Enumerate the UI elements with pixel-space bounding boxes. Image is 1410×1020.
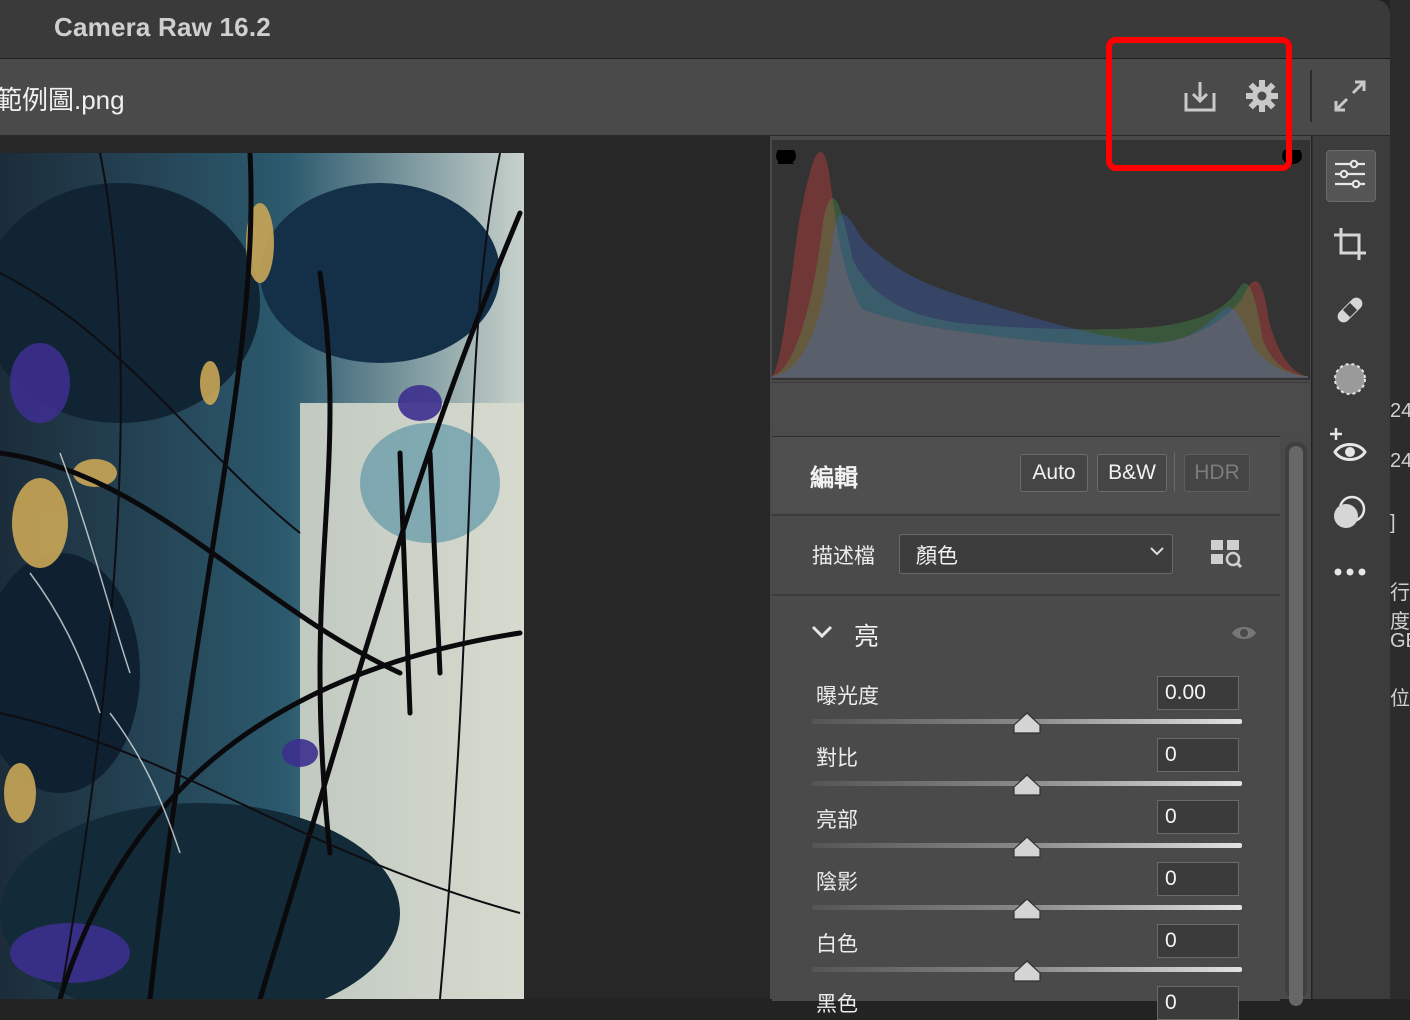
bw-button[interactable]: B&W (1097, 454, 1167, 492)
shadows-value-field[interactable]: 0 (1157, 862, 1239, 896)
hdr-button[interactable]: HDR (1184, 454, 1250, 492)
file-name: 範例圖.png (0, 85, 125, 115)
masking-icon[interactable] (1331, 360, 1369, 403)
light-section-title: 亮 (854, 623, 880, 651)
fullscreen-icon[interactable] (1328, 74, 1372, 118)
whites-slider-thumb[interactable] (1013, 960, 1041, 982)
toolbar-divider (1310, 70, 1312, 122)
chevron-down-icon (1148, 544, 1166, 563)
contrast-label: 對比 (816, 747, 858, 770)
presets-icon[interactable] (1331, 494, 1369, 537)
preview-image (0, 153, 524, 999)
visibility-eye-icon[interactable] (1230, 622, 1258, 649)
histogram-info-strip (772, 382, 1310, 431)
edit-divider (1174, 452, 1175, 492)
app-title: Camera Raw 16.2 (54, 12, 271, 42)
edit-sliders-icon[interactable] (1332, 156, 1368, 197)
highlights-label: 亮部 (816, 809, 858, 832)
background-window-text: ] (1390, 512, 1396, 534)
background-window-text: 位 (1390, 688, 1410, 710)
healing-bandage-icon[interactable] (1332, 292, 1368, 333)
blacks-label: 黑色 (816, 993, 858, 1016)
more-icon[interactable] (1332, 560, 1368, 589)
exposure-slider-thumb[interactable] (1013, 712, 1041, 734)
whites-value-field[interactable]: 0 (1157, 924, 1239, 958)
exposure-label: 曝光度 (816, 685, 879, 708)
contrast-value-field[interactable]: 0 (1157, 738, 1239, 772)
annotation-highlight-box (1106, 37, 1292, 171)
blacks-value-field[interactable]: 0 (1157, 986, 1239, 1020)
profile-label: 描述檔 (812, 545, 875, 568)
background-window-text: 24 (1390, 400, 1410, 422)
auto-button[interactable]: Auto (1020, 454, 1088, 492)
section-collapse-chevron-icon[interactable] (810, 622, 834, 647)
profile-browser-icon[interactable] (1208, 536, 1244, 577)
panel-scrollbar-thumb[interactable] (1289, 446, 1303, 1006)
red-eye-icon[interactable] (1329, 426, 1371, 473)
highlights-slider-thumb[interactable] (1013, 836, 1041, 858)
background-window-edge (1390, 0, 1410, 999)
exposure-value-field[interactable]: 0.00 (1157, 676, 1239, 710)
shadows-label: 陰影 (816, 871, 858, 894)
contrast-slider-thumb[interactable] (1013, 774, 1041, 796)
background-window-text: GE (1390, 630, 1410, 652)
shadows-slider-thumb[interactable] (1013, 898, 1041, 920)
profile-value: 顏色 (916, 545, 958, 568)
background-window-text: 24 (1390, 450, 1410, 472)
crop-icon[interactable] (1332, 226, 1368, 267)
histogram (769, 140, 1310, 380)
edit-title: 編輯 (810, 465, 858, 492)
background-window-text: 行度 (1390, 582, 1410, 633)
highlights-value-field[interactable]: 0 (1157, 800, 1239, 834)
whites-label: 白色 (816, 933, 858, 956)
